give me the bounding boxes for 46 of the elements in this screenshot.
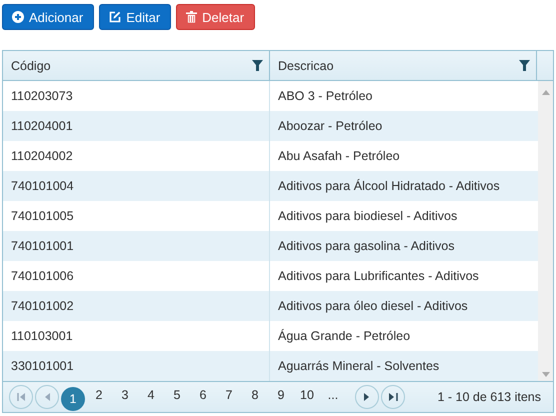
scroll-up-icon[interactable]	[542, 90, 550, 95]
filter-icon[interactable]	[519, 60, 530, 71]
page-button[interactable]: 7	[217, 383, 241, 407]
first-page-icon	[16, 393, 26, 401]
table-cell-text: Aditivos para Álcool Hidratado - Aditivos	[277, 178, 501, 195]
table-cell-text: Aditivos para Lubrificantes - Aditivos	[277, 268, 480, 285]
page-button[interactable]: 2	[87, 383, 111, 407]
edit-icon	[109, 11, 122, 23]
edit-button[interactable]: Editar	[99, 4, 172, 30]
add-button[interactable]: Adicionar	[2, 4, 94, 30]
page-button[interactable]: 3	[113, 383, 137, 407]
page-button[interactable]: 6	[191, 383, 215, 407]
page-button[interactable]: ...	[321, 383, 345, 407]
table-cell-text: Água Grande - Petróleo	[277, 328, 412, 345]
trash-icon	[186, 11, 198, 23]
next-page-button[interactable]	[355, 385, 379, 409]
table-row[interactable]: 740101001 Aditivos para gasolina - Aditivos	[3, 231, 538, 261]
plus-circle-icon	[12, 11, 24, 23]
table-row[interactable]: 110204001 Aboozar - Petróleo	[3, 111, 538, 141]
page-button[interactable]: 9	[269, 383, 293, 407]
previous-icon	[44, 393, 50, 401]
column-header[interactable]: Descricao	[278, 58, 334, 72]
delete-button[interactable]: Deletar	[176, 4, 256, 30]
table-row[interactable]: 330101001 Aguarrás Mineral - Solventes	[3, 351, 538, 381]
last-page-button[interactable]	[381, 385, 405, 409]
table-cell-text: Abu Asafah - Petróleo	[277, 148, 401, 165]
scrollbar[interactable]	[538, 81, 553, 381]
table-cell-text: Aditivos para biodiesel - Aditivos	[277, 208, 458, 225]
table-cell-text: ABO 3 - Petróleo	[277, 88, 374, 105]
page-button[interactable]: 4	[139, 383, 163, 407]
pager-info: 1 - 10 de 613 itens	[437, 390, 542, 404]
page-button[interactable]: 8	[243, 383, 267, 407]
table-cell-text: Aboozar - Petróleo	[277, 118, 384, 135]
page-button[interactable]: 1	[61, 387, 85, 411]
scroll-down-icon[interactable]	[542, 372, 550, 377]
table-cell-text: Aditivos para gasolina - Aditivos	[277, 238, 456, 255]
table-row[interactable]: 740101004 Aditivos para Álcool Hidratado - Aditivos	[3, 171, 538, 201]
next-icon	[364, 393, 370, 401]
page-button[interactable]: 10	[295, 383, 319, 407]
table-row[interactable]: 740101002 Aditivos para óleo diesel - Aditivos	[3, 291, 538, 321]
last-page-icon	[388, 393, 398, 401]
column-header[interactable]: Código	[11, 58, 51, 72]
table-cell-text: Aguarrás Mineral - Solventes	[277, 358, 440, 375]
page-button[interactable]: 5	[165, 383, 189, 407]
table-cell-text: Aditivos para óleo diesel - Aditivos	[277, 298, 469, 315]
filter-icon[interactable]	[252, 60, 263, 71]
